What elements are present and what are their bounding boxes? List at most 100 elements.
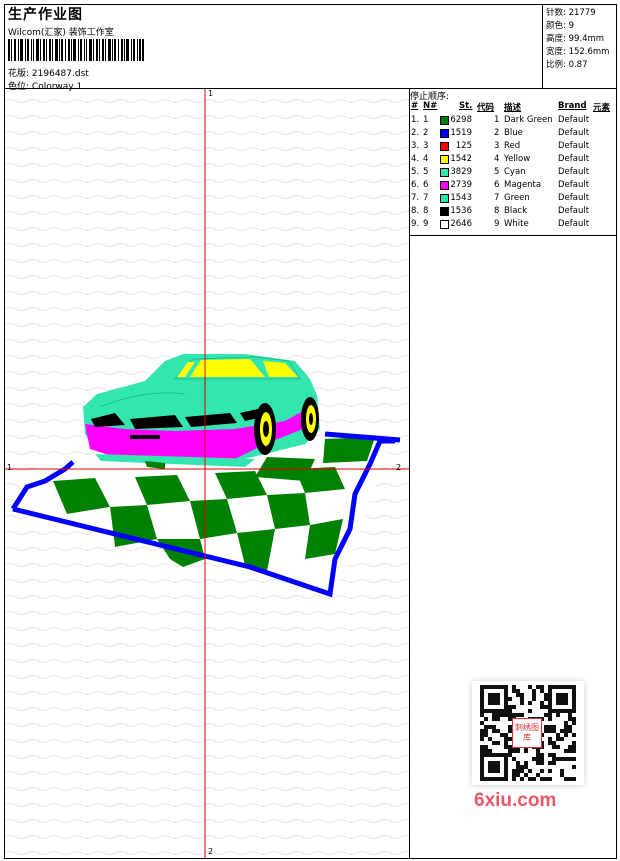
qr-module — [548, 753, 552, 757]
qr-module — [544, 729, 548, 733]
col-code: 代码 — [477, 103, 495, 113]
qr-module — [536, 757, 540, 761]
qr-module — [500, 713, 504, 717]
row-description: Magenta — [504, 180, 542, 190]
row-brand: Default — [558, 115, 590, 125]
qr-module — [556, 713, 560, 717]
row-number: 6. — [411, 180, 420, 190]
qr-module — [504, 713, 508, 717]
row-description: Black — [504, 206, 527, 216]
qr-module — [496, 729, 500, 733]
qr-module — [504, 745, 508, 749]
qr-module — [556, 737, 560, 741]
row-stitches: 125 — [455, 141, 472, 151]
qr-module — [540, 753, 544, 757]
qr-module — [532, 697, 536, 701]
qr-module — [488, 761, 500, 773]
qr-module — [540, 701, 544, 705]
row-brand: Default — [558, 141, 590, 151]
qr-module — [512, 773, 516, 777]
qr-module — [556, 733, 560, 737]
qr-module — [572, 777, 576, 781]
qr-module — [532, 757, 536, 761]
color-stop-row: 3. 3 125 3 Red Default — [410, 140, 616, 153]
qr-module — [516, 769, 520, 773]
right-marker: 2 — [396, 463, 402, 472]
col-needle: N# — [423, 101, 438, 111]
qr-module — [480, 749, 484, 753]
qr-module — [508, 713, 512, 717]
row-number: 9. — [411, 219, 420, 229]
row-stitches: 2739 — [450, 180, 472, 190]
row-number: 1. — [411, 115, 420, 125]
qr-module — [572, 721, 576, 725]
embroidery-artwork — [5, 89, 409, 858]
qr-module — [516, 693, 520, 697]
row-brand: Default — [558, 180, 590, 190]
row-number: 8. — [411, 206, 420, 216]
row-code: 8 — [494, 206, 500, 216]
color-swatch — [440, 142, 449, 151]
qr-module — [572, 717, 576, 721]
qr-module — [540, 769, 544, 773]
qr-module — [540, 761, 544, 765]
row-needle: 8 — [423, 206, 429, 216]
row-needle: 4 — [423, 154, 429, 164]
qr-module — [484, 749, 488, 753]
color-stop-row: 8. 8 1536 8 Black Default — [410, 205, 616, 218]
qr-module — [480, 729, 484, 733]
header: 生产作业图 Wilcom(汇家) 装饰工作室 花版: 2196487.dst 色… — [6, 5, 541, 92]
qr-module — [508, 709, 512, 713]
color-swatch — [440, 220, 449, 229]
color-swatch — [440, 155, 449, 164]
qr-module — [556, 757, 560, 761]
qr-logo: 刺绣图库 — [512, 718, 542, 748]
qr-module — [572, 765, 576, 769]
qr-module — [548, 729, 552, 733]
color-stop-row: 4. 4 1542 4 Yellow Default — [410, 153, 616, 166]
qr-module — [568, 757, 572, 761]
qr-module — [488, 725, 492, 729]
color-stop-row: 7. 7 1543 7 Green Default — [410, 192, 616, 205]
design-stats: 针数: 21779 颜色: 9 高度: 99.4mm 宽度: 152.6mm 比… — [542, 4, 617, 88]
row-needle: 6 — [423, 180, 429, 190]
qr-module — [520, 693, 524, 697]
row-brand: Default — [558, 167, 590, 177]
row-code: 5 — [494, 167, 500, 177]
row-number: 3. — [411, 141, 420, 151]
qr-module — [560, 773, 564, 777]
design-scale: 比例: 0.87 — [546, 60, 588, 70]
qr-module — [512, 757, 516, 761]
qr-module — [548, 769, 552, 773]
qr-module — [560, 769, 564, 773]
qr-module — [516, 689, 520, 693]
color-stop-row: 6. 6 2739 6 Magenta Default — [410, 179, 616, 192]
color-swatch — [440, 168, 449, 177]
qr-module — [488, 749, 492, 753]
row-code: 7 — [494, 193, 500, 203]
qr-module — [536, 773, 540, 777]
color-swatch — [440, 207, 449, 216]
qr-module — [540, 705, 544, 709]
row-stitches: 1536 — [450, 206, 472, 216]
qr-module — [512, 777, 516, 781]
row-description: Yellow — [504, 154, 531, 164]
color-swatch — [440, 116, 449, 125]
qr-module — [564, 757, 568, 761]
row-brand: Default — [558, 193, 590, 203]
qr-module — [492, 713, 496, 717]
qr-module — [524, 749, 528, 753]
page-title: 生产作业图 — [8, 7, 83, 23]
qr-module — [556, 693, 568, 705]
qr-module — [504, 733, 508, 737]
col-brand: Brand — [558, 101, 587, 111]
color-stop-row: 2. 2 1519 2 Blue Default — [410, 127, 616, 140]
row-number: 5. — [411, 167, 420, 177]
color-swatch — [440, 129, 449, 138]
qr-module — [568, 729, 572, 733]
qr-module — [544, 697, 548, 701]
qr-module — [520, 701, 524, 705]
qr-module — [532, 777, 536, 781]
qr-module — [516, 765, 520, 769]
qr-module — [480, 733, 484, 737]
